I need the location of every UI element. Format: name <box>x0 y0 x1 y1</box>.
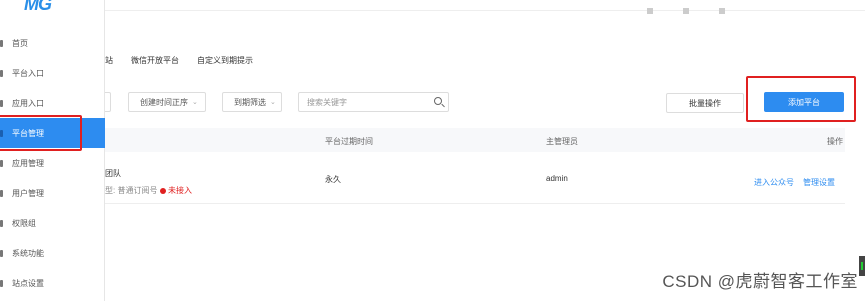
notification-icon[interactable] <box>647 8 653 14</box>
tab-site[interactable]: 站 <box>105 55 113 66</box>
sidebar-item-app-entry[interactable]: 应用入口 <box>0 88 105 118</box>
sort-select[interactable]: 创建时间正序 ⌄ <box>128 92 206 112</box>
column-header-admin: 主管理员 <box>546 137 578 146</box>
sidebar-item-label: 权限组 <box>12 218 36 228</box>
platform-type-prefix: 型: <box>105 186 116 195</box>
sidebar-item-system-functions[interactable]: 系统功能 <box>0 238 105 268</box>
sidebar-item-label: 应用入口 <box>12 98 44 108</box>
sidebar-item-label: 站点设置 <box>12 278 44 288</box>
batch-operation-button[interactable]: 批量操作 <box>666 93 744 113</box>
sidebar-item-label: 系统功能 <box>12 248 44 258</box>
error-icon <box>160 188 166 194</box>
platform-entry-icon <box>0 69 3 77</box>
chevron-down-icon: ⌄ <box>270 99 276 106</box>
user-management-icon <box>0 189 3 197</box>
type-filter-select[interactable] <box>105 92 111 112</box>
platform-type: 型: 普通订阅号 <box>105 185 157 196</box>
expire-filter-label: 到期筛选 <box>234 97 266 107</box>
expire-filter-select[interactable]: 到期筛选 ⌄ <box>222 92 282 112</box>
sidebar-item-home[interactable]: 首页 <box>0 28 105 58</box>
sidebar-item-platform-entry[interactable]: 平台入口 <box>0 58 105 88</box>
permission-group-icon <box>0 219 3 227</box>
sidebar-item-permission-group[interactable]: 权限组 <box>0 208 105 238</box>
highlight-box-sidebar <box>0 115 82 151</box>
column-header-actions: 操作 <box>827 137 843 146</box>
app-entry-icon <box>0 99 3 107</box>
side-widget[interactable] <box>859 256 865 276</box>
admin-value: admin <box>546 174 568 183</box>
manage-settings-link[interactable]: 管理设置 <box>803 177 835 188</box>
tab-wechat-open-platform[interactable]: 微信开放平台 <box>131 55 179 66</box>
enter-account-link[interactable]: 进入公众号 <box>754 177 794 188</box>
platform-tabs: 站 微信开放平台 自定义到期提示 <box>105 55 271 66</box>
search-placeholder: 搜索关键字 <box>307 97 347 107</box>
top-bar-divider <box>105 8 865 14</box>
chevron-down-icon: ⌄ <box>192 99 198 106</box>
sidebar-item-label: 应用管理 <box>12 158 44 168</box>
app-root: MG 首页 平台入口 应用入口 平台管理 应用管理 用户管理 权限组 系统功能 … <box>0 0 865 301</box>
top-bar-icons <box>647 8 725 14</box>
column-header-expire: 平台过期时间 <box>325 137 373 146</box>
site-settings-icon <box>0 279 3 287</box>
system-functions-icon <box>0 249 3 257</box>
highlight-box-add-button <box>746 76 856 122</box>
platform-name: 团队 <box>105 169 121 178</box>
platform-type-value: 普通订阅号 <box>117 186 158 195</box>
search-input[interactable]: 搜索关键字 <box>298 92 449 112</box>
expire-value: 永久 <box>325 175 341 184</box>
tab-custom-expiry-notice[interactable]: 自定义到期提示 <box>197 55 253 66</box>
table-row: 团队 型: 普通订阅号 未接入 永久 admin 进入公众号 管理设置 <box>105 152 845 204</box>
user-icon[interactable] <box>683 8 689 14</box>
table-header: 平台过期时间 主管理员 操作 <box>105 128 845 152</box>
watermark: CSDN @虎蔚智客工作室 <box>662 272 858 291</box>
logo: MG <box>24 0 52 14</box>
search-icon[interactable] <box>434 97 442 105</box>
sort-select-label: 创建时间正序 <box>140 97 188 107</box>
sidebar-item-label: 用户管理 <box>12 188 44 198</box>
status-text: 未接入 <box>168 186 192 195</box>
home-icon <box>0 39 3 47</box>
sidebar-item-site-settings[interactable]: 站点设置 <box>0 268 105 298</box>
status-badge: 未接入 <box>160 185 192 196</box>
sidebar-item-app-management[interactable]: 应用管理 <box>0 148 105 178</box>
app-management-icon <box>0 159 3 167</box>
settings-icon[interactable] <box>719 8 725 14</box>
sidebar-item-label: 平台入口 <box>12 68 44 78</box>
sidebar-item-label: 首页 <box>12 38 28 48</box>
sidebar-item-user-management[interactable]: 用户管理 <box>0 178 105 208</box>
